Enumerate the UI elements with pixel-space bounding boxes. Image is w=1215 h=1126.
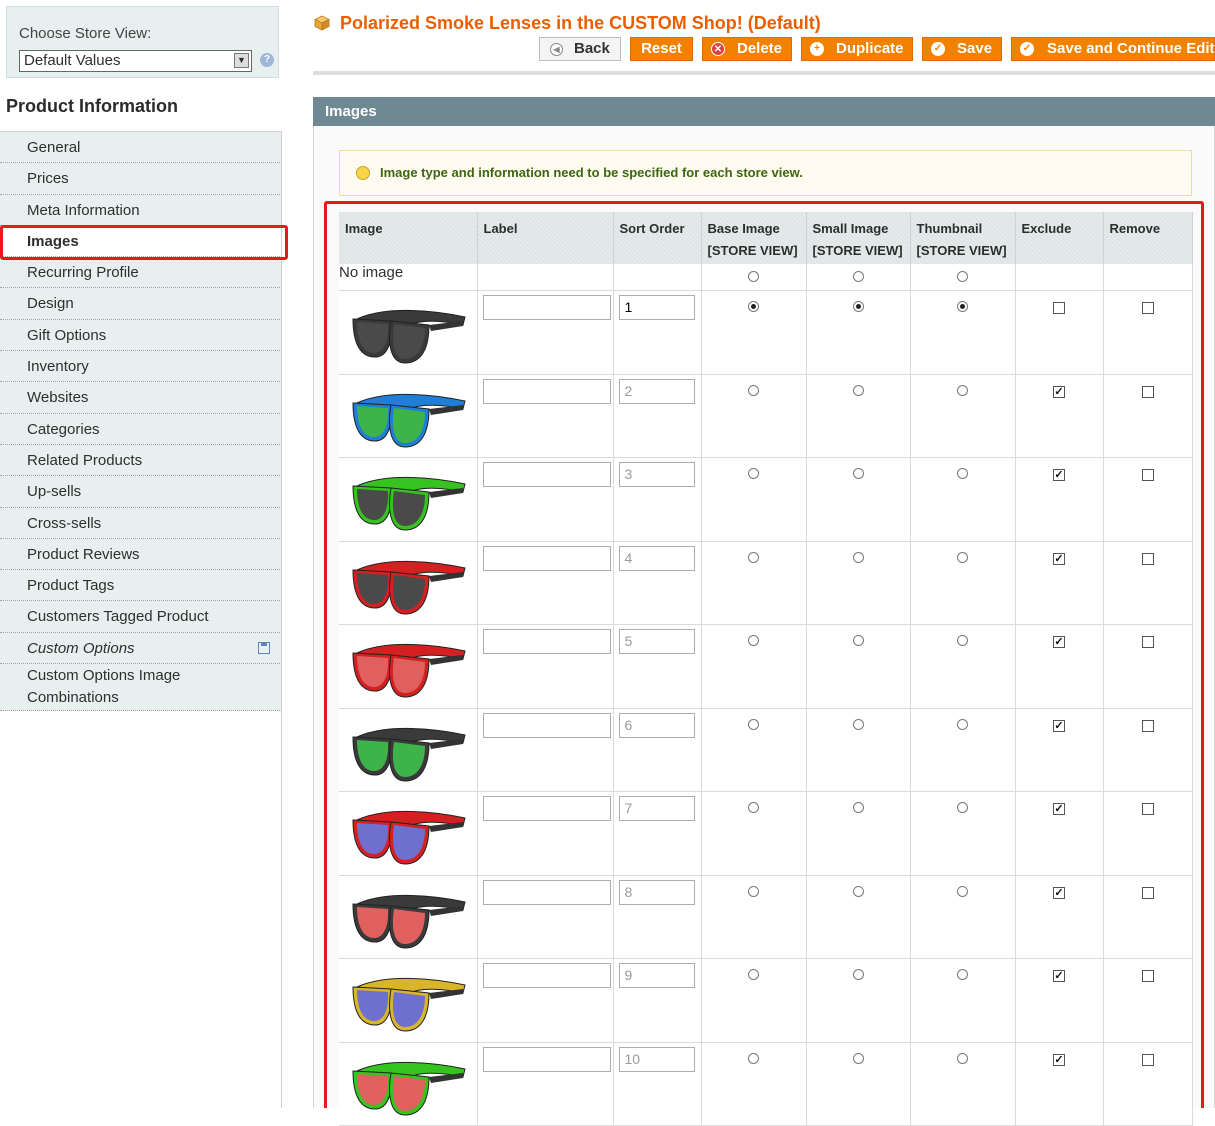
tab-general[interactable]: General xyxy=(0,132,282,164)
sidebar-divider xyxy=(281,131,282,1108)
images-section-header: Images xyxy=(313,97,1215,126)
delete-button-label: Delete xyxy=(737,40,783,57)
product-info-title: Product Information xyxy=(6,96,178,116)
reset-button-label: Reset xyxy=(641,40,682,57)
reset-button[interactable]: Reset xyxy=(630,37,693,61)
save-button[interactable]: ✓ Save xyxy=(922,37,1002,61)
store-switcher: Choose Store View: Default Values ▼ ? xyxy=(6,6,279,78)
duplicate-button-label: Duplicate xyxy=(836,40,904,57)
back-button[interactable]: ◀ Back xyxy=(539,37,621,61)
tab-label: Prices xyxy=(27,170,69,188)
product-icon xyxy=(314,15,330,31)
lightbulb-icon xyxy=(356,166,370,180)
tab-label: Custom Options Image Combinations xyxy=(27,667,181,707)
tab-up-sells[interactable]: Up-sells xyxy=(0,476,282,508)
store-view-selected: Default Values xyxy=(24,52,121,69)
back-arrow-icon: ◀ xyxy=(550,43,563,56)
tab-label: Websites xyxy=(27,389,89,407)
tab-label: Up-sells xyxy=(27,483,82,501)
tab-meta-information[interactable]: Meta Information xyxy=(0,195,282,226)
save-icon xyxy=(258,641,270,654)
tab-label: Custom Options xyxy=(27,639,135,657)
section-title: Images xyxy=(325,103,377,120)
tab-custom-options-image-combinations[interactable]: Custom Options Image Combinations xyxy=(0,664,282,712)
header-divider xyxy=(313,71,1215,75)
tab-websites[interactable]: Websites xyxy=(0,382,282,414)
notice-text: Image type and information need to be sp… xyxy=(380,165,803,180)
tab-label: Customers Tagged Product xyxy=(27,608,209,626)
plus-icon: + xyxy=(810,42,824,56)
delete-icon: ✕ xyxy=(711,42,725,56)
tab-label: Inventory xyxy=(27,358,89,376)
chevron-down-icon[interactable]: ▼ xyxy=(234,53,249,68)
tab-design[interactable]: Design xyxy=(0,288,282,320)
tab-categories[interactable]: Categories xyxy=(0,414,282,445)
store-view-notice: Image type and information need to be sp… xyxy=(339,150,1192,196)
save-button-label: Save xyxy=(957,40,993,57)
tab-label: Design xyxy=(27,295,74,313)
tab-label: Gift Options xyxy=(27,326,107,344)
tab-label: Cross-sells xyxy=(27,514,102,532)
tab-label: Recurring Profile xyxy=(27,264,139,282)
tab-label: General xyxy=(27,139,81,156)
tab-product-tags[interactable]: Product Tags xyxy=(0,570,282,602)
checkmark-icon: ✓ xyxy=(1020,42,1034,56)
tab-label: Categories xyxy=(27,420,100,438)
tab-label: Product Tags xyxy=(27,577,115,595)
tab-custom-options[interactable]: Custom Options xyxy=(0,633,282,665)
tab-prices[interactable]: Prices xyxy=(0,163,282,195)
tab-related-products[interactable]: Related Products xyxy=(0,445,282,477)
save-and-continue-button[interactable]: ✓ Save and Continue Edit xyxy=(1011,37,1215,61)
tab-gift-options[interactable]: Gift Options xyxy=(0,320,282,352)
page-title: Polarized Smoke Lenses in the CUSTOM Sho… xyxy=(340,13,821,33)
duplicate-button[interactable]: + Duplicate xyxy=(801,37,913,61)
tab-cross-sells[interactable]: Cross-sells xyxy=(0,508,282,539)
save-and-continue-label: Save and Continue Edit xyxy=(1047,40,1215,57)
grid-highlight xyxy=(324,201,1204,1108)
tab-product-reviews[interactable]: Product Reviews xyxy=(0,539,282,571)
tab-label: Related Products xyxy=(27,451,143,469)
product-tabs: General Prices Meta Information Images R… xyxy=(0,131,282,712)
tab-inventory[interactable]: Inventory xyxy=(0,351,282,383)
checkmark-icon: ✓ xyxy=(931,42,945,56)
tab-label: Meta Information xyxy=(27,201,140,219)
store-view-select[interactable]: Default Values ▼ xyxy=(19,50,252,72)
active-tab-highlight xyxy=(0,225,288,260)
back-button-label: Back xyxy=(574,40,610,57)
tab-label: Product Reviews xyxy=(27,545,140,563)
sidebar: Choose Store View: Default Values ▼ ? Pr… xyxy=(0,0,288,1108)
store-switcher-label: Choose Store View: xyxy=(19,25,152,42)
tab-recurring-profile[interactable]: Recurring Profile xyxy=(0,257,282,289)
delete-button[interactable]: ✕ Delete xyxy=(702,37,792,61)
tab-customers-tagged-product[interactable]: Customers Tagged Product xyxy=(0,601,282,633)
help-icon[interactable]: ? xyxy=(260,53,274,67)
